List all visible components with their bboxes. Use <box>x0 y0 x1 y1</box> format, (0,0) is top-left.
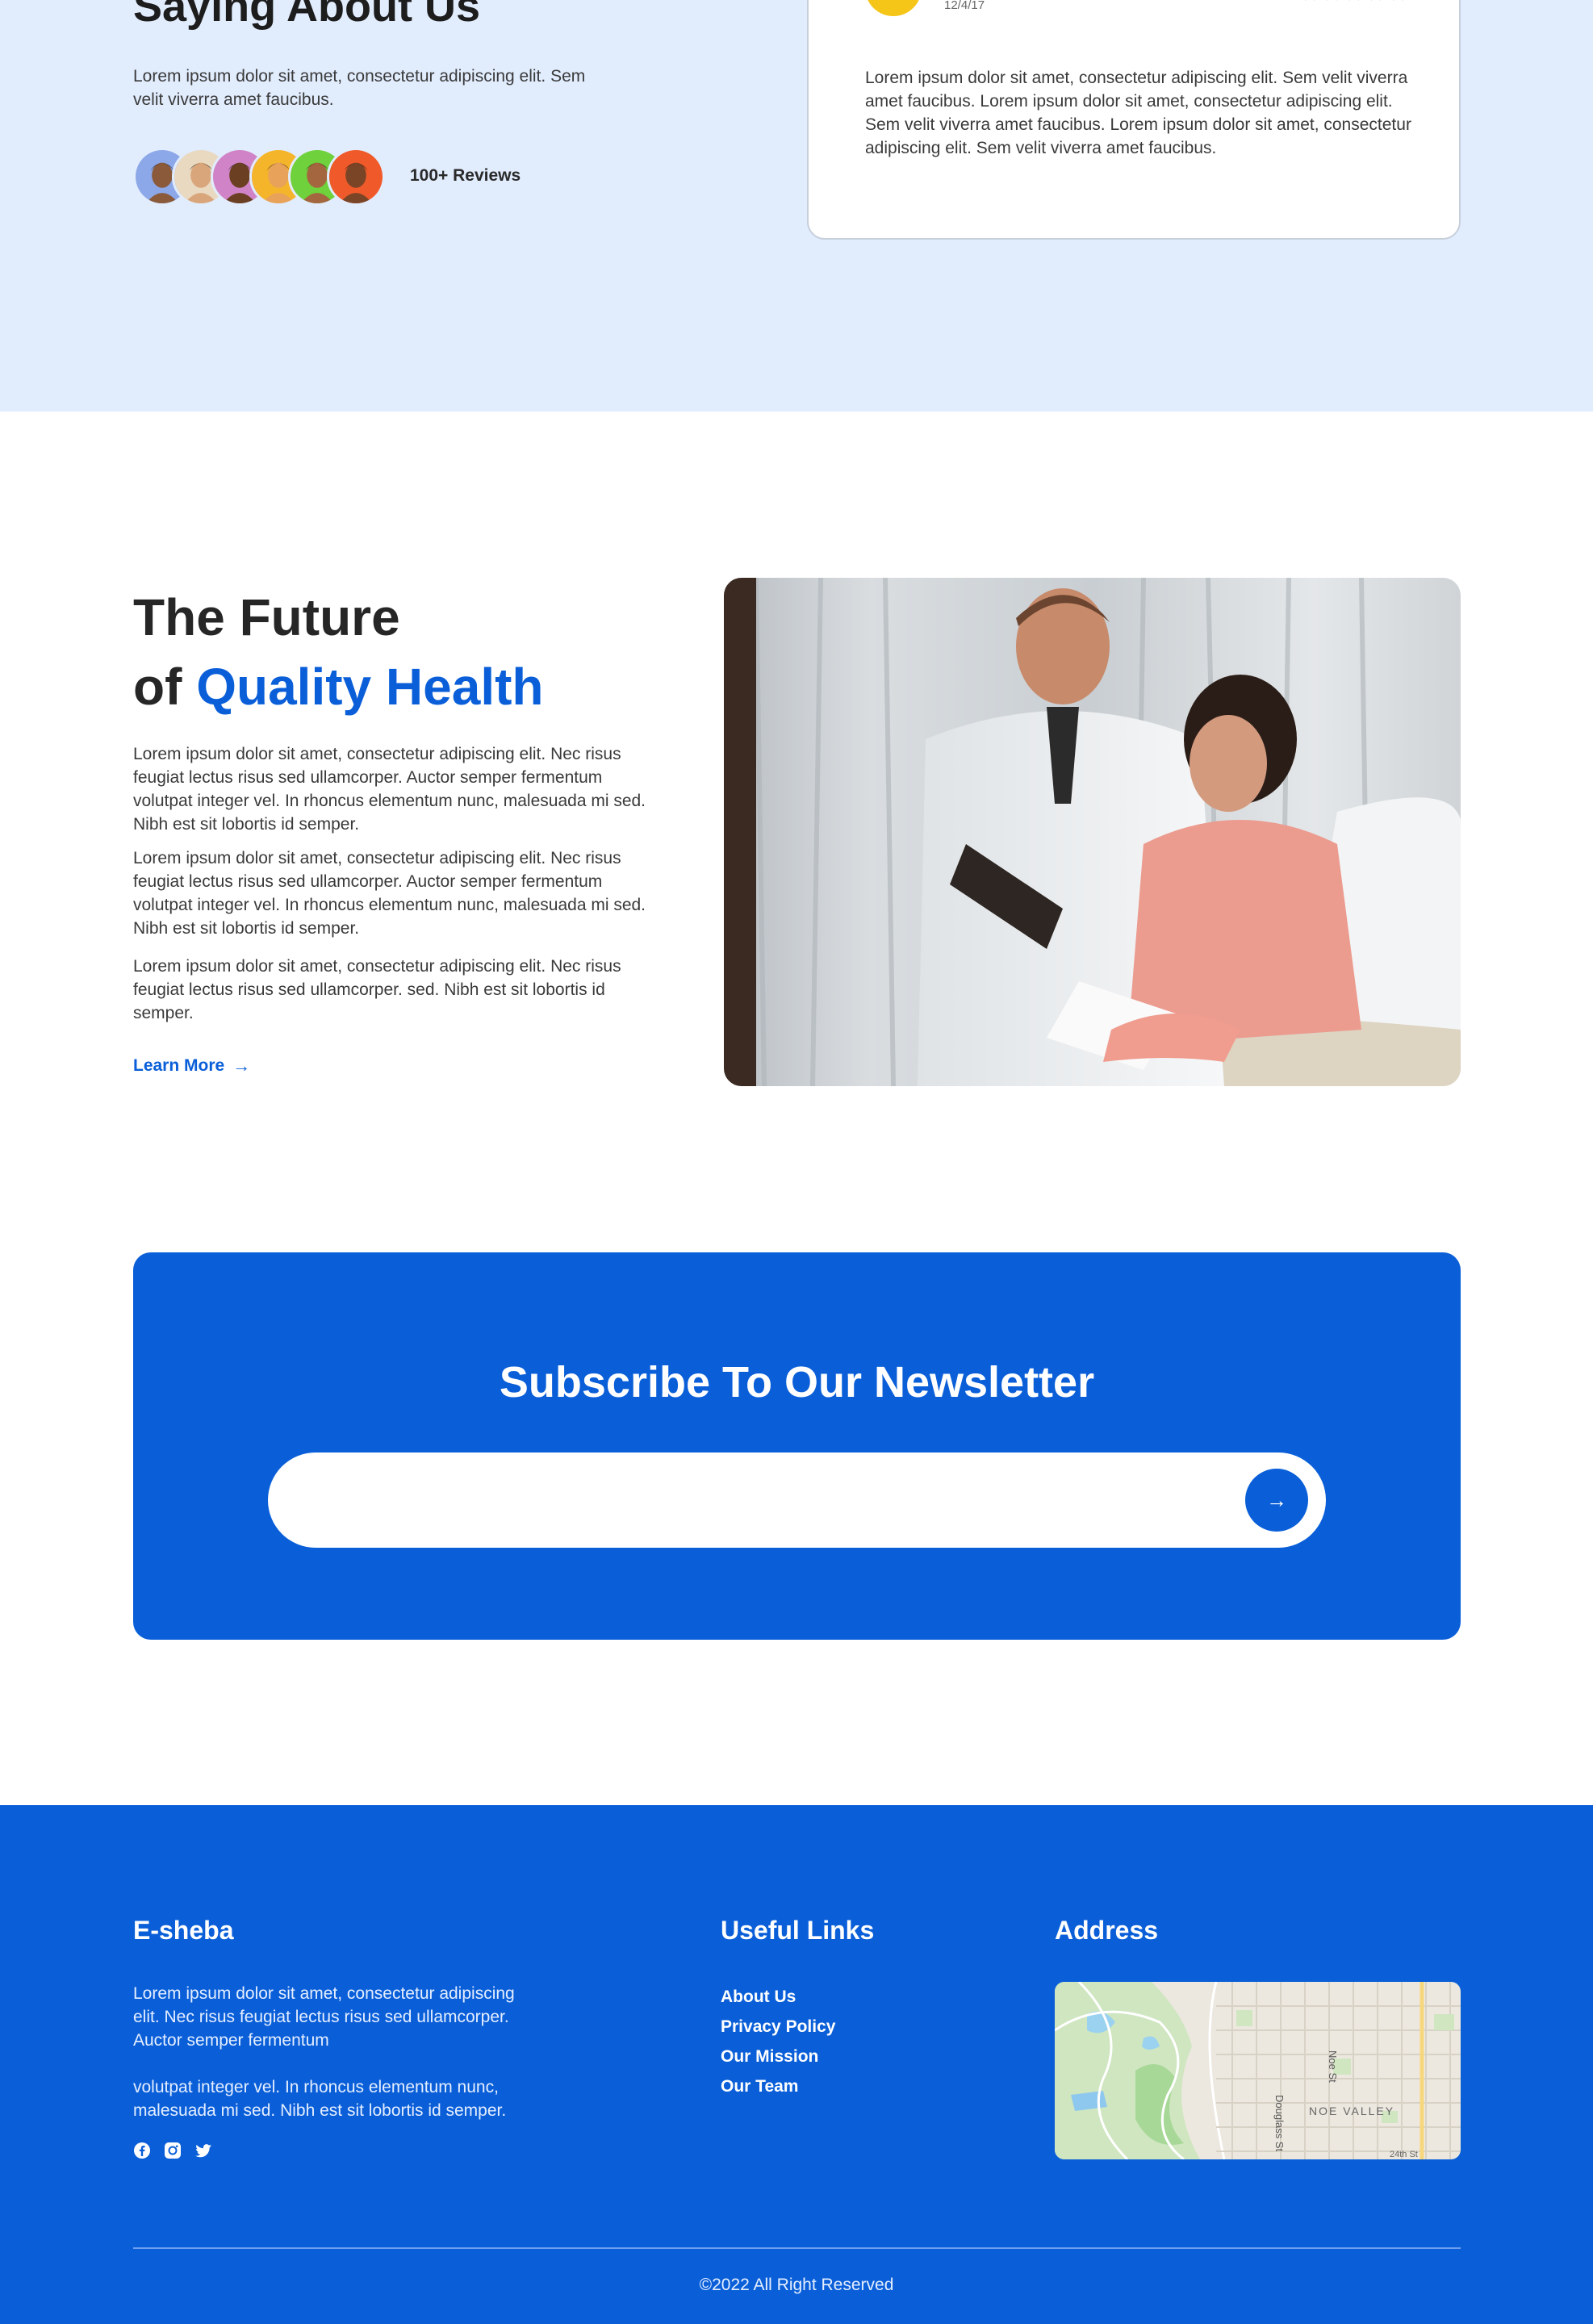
doctor-patient-photo <box>724 578 1461 1086</box>
newsletter-title: Subscribe To Our Newsletter <box>499 1358 1095 1407</box>
footer-link-privacy-policy[interactable]: Privacy Policy <box>721 2017 835 2036</box>
newsletter-form: → <box>268 1452 1326 1548</box>
reviews-title: Saying About Us <box>133 0 481 31</box>
map-label-area: NOE VALLEY <box>1309 2105 1395 2117</box>
list-item: Our Mission <box>721 2042 835 2071</box>
review-date: 12/4/17 <box>944 0 985 12</box>
facebook-icon[interactable] <box>133 2142 151 2159</box>
review-card: 12/4/17 ★★★★★ Lorem ipsum dolor sit amet… <box>807 0 1461 240</box>
footer-link-our-mission[interactable]: Our Mission <box>721 2047 818 2066</box>
social-links <box>133 2142 212 2159</box>
useful-links-title: Useful Links <box>721 1916 875 1945</box>
map-label-street: Noe St <box>1327 2050 1339 2083</box>
newsletter-section: Subscribe To Our Newsletter → <box>133 1252 1461 1640</box>
instagram-icon[interactable] <box>164 2142 182 2159</box>
future-paragraph: Lorem ipsum dolor sit amet, consectetur … <box>133 849 646 938</box>
footer-description: Lorem ipsum dolor sit amet, consectetur … <box>133 1984 515 2050</box>
future-title: The Future of Quality Health <box>133 583 544 721</box>
newsletter-email-input[interactable] <box>308 1477 1156 1524</box>
future-title-accent: Quality Health <box>196 658 544 716</box>
reviews-section: Saying About Us Lorem ipsum dolor sit am… <box>0 0 1593 412</box>
map-label-street: 24th St <box>1390 2150 1418 2159</box>
future-title-of: of <box>133 658 182 716</box>
footer-divider <box>133 2247 1461 2249</box>
learn-more-label: Learn More <box>133 1056 225 1075</box>
footer: E-sheba Lorem ipsum dolor sit amet, cons… <box>0 1805 1593 2324</box>
newsletter-submit-button[interactable]: → <box>1245 1469 1308 1532</box>
avatar <box>327 148 385 206</box>
copyright-text: ©2022 All Right Reserved <box>699 2276 894 2294</box>
footer-brand: E-sheba <box>133 1916 234 1945</box>
reviewer-avatars <box>133 148 391 206</box>
future-paragraph: Lorem ipsum dolor sit amet, consectetur … <box>133 745 646 834</box>
learn-more-link[interactable]: Learn More → <box>133 1055 250 1076</box>
address-title: Address <box>1055 1916 1159 1945</box>
map-label-street: Douglass St <box>1273 2095 1286 2152</box>
reviews-description: Lorem ipsum dolor sit amet, consectetur … <box>133 67 586 109</box>
reviewer-avatar <box>865 0 922 16</box>
footer-link-about-us[interactable]: About Us <box>721 1988 796 2006</box>
list-item: Privacy Policy <box>721 2012 835 2042</box>
rating-stars: ★★★★★ <box>1300 0 1411 5</box>
footer-link-our-team[interactable]: Our Team <box>721 2077 798 2096</box>
arrow-right-icon: → <box>1266 1487 1287 1512</box>
twitter-icon[interactable] <box>194 2142 212 2159</box>
useful-links-list: About Us Privacy Policy Our Mission Our … <box>721 1982 835 2101</box>
future-paragraph: Lorem ipsum dolor sit amet, consectetur … <box>133 957 621 1022</box>
review-text: Lorem ipsum dolor sit amet, consectetur … <box>865 69 1411 157</box>
future-title-line1: The Future <box>133 588 400 646</box>
footer-description: volutpat integer vel. In rhoncus element… <box>133 2078 507 2120</box>
address-map[interactable]: Noe St Douglass St NOE VALLEY 24th St <box>1055 1982 1461 2159</box>
arrow-right-icon: → <box>232 1055 251 1076</box>
reviews-count: 100+ Reviews <box>410 166 521 185</box>
list-item: Our Team <box>721 2071 835 2101</box>
list-item: About Us <box>721 1982 835 2012</box>
